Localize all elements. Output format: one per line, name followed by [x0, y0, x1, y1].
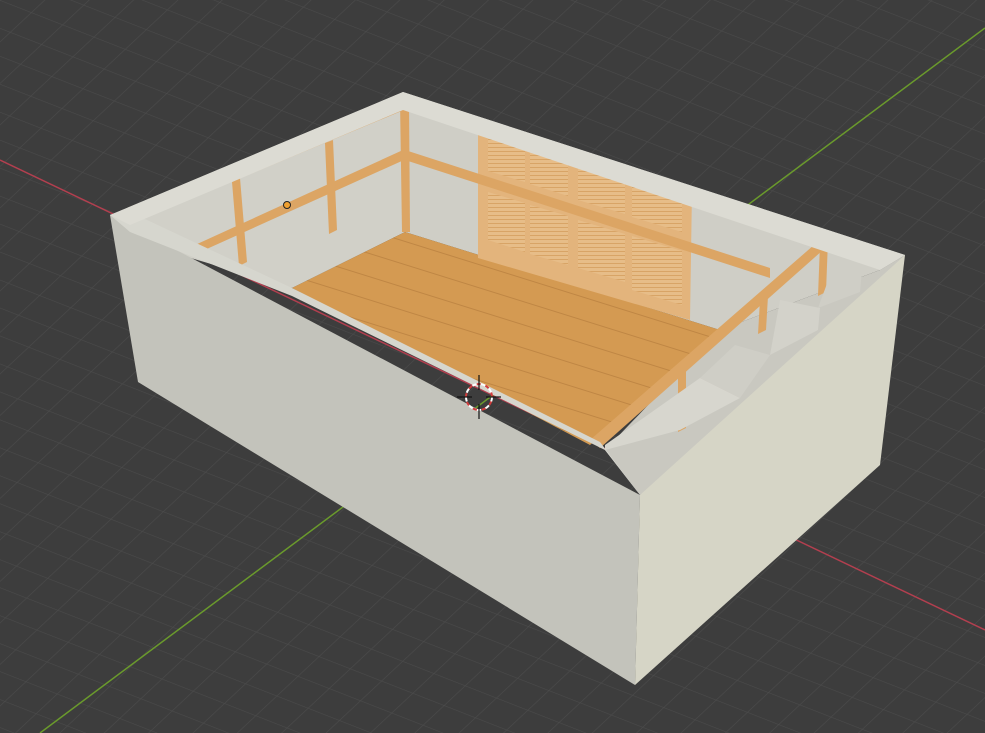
3d-viewport[interactable]: [0, 0, 985, 733]
origin-dot-icon[interactable]: [283, 201, 291, 209]
